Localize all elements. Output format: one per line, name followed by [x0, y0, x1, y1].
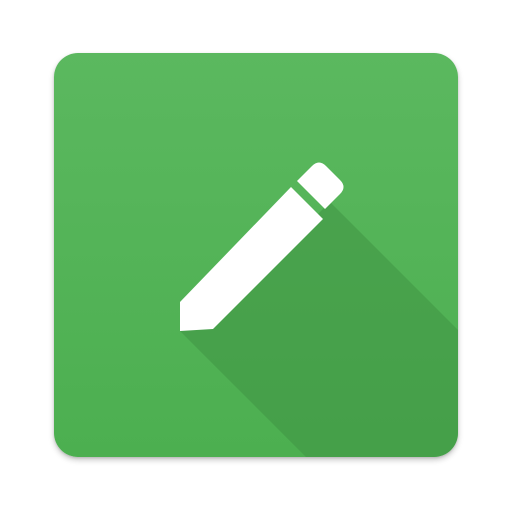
app-icon-container [0, 0, 512, 512]
app-icon-tile[interactable] [54, 53, 458, 457]
pencil-app-icon-graphic [54, 53, 458, 457]
